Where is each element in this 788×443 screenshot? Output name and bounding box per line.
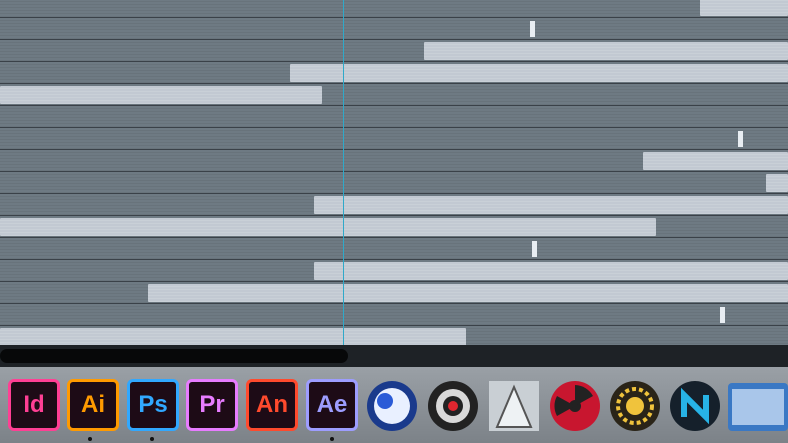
layer-bar[interactable] <box>0 86 322 104</box>
timeline-track[interactable] <box>0 193 788 215</box>
timeline-track[interactable] <box>0 83 788 105</box>
timeline-panel[interactable] <box>0 0 788 345</box>
layer-bar[interactable] <box>766 174 788 192</box>
scrollbar-thumb[interactable] <box>0 349 348 363</box>
layer-bar[interactable] <box>643 152 788 170</box>
app-label: Id <box>23 391 45 418</box>
timeline-track[interactable] <box>0 0 788 17</box>
running-indicator <box>330 437 334 441</box>
sun-gear-icon[interactable] <box>608 379 662 433</box>
dock: Id Ai Ps Pr An Ae <box>0 367 788 443</box>
running-indicator <box>88 437 92 441</box>
timeline-track[interactable] <box>0 237 788 259</box>
photoshop-app-icon[interactable]: Ps <box>127 379 179 431</box>
timeline-track[interactable] <box>0 325 788 345</box>
keyframe-marker[interactable] <box>532 241 537 257</box>
layer-bar[interactable] <box>290 64 788 82</box>
timeline-track[interactable] <box>0 259 788 281</box>
radiation-icon[interactable] <box>548 379 602 433</box>
layer-bar[interactable] <box>0 218 656 236</box>
layer-bar[interactable] <box>424 42 788 60</box>
premiere-app-icon[interactable]: Pr <box>186 379 238 431</box>
layer-bar[interactable] <box>700 0 788 16</box>
indesign-app-icon[interactable]: Id <box>8 379 60 431</box>
timeline-track[interactable] <box>0 149 788 171</box>
playhead[interactable] <box>343 0 344 345</box>
dragon-icon[interactable] <box>487 379 541 433</box>
app-label: Ai <box>81 391 105 418</box>
layer-bar[interactable] <box>314 196 788 214</box>
app-label: Pr <box>199 391 225 418</box>
keyframe-marker[interactable] <box>738 131 743 147</box>
timeline-track[interactable] <box>0 171 788 193</box>
illustrator-app-icon[interactable]: Ai <box>67 379 119 431</box>
layer-bar[interactable] <box>148 284 788 302</box>
rf-icon[interactable] <box>728 379 788 433</box>
timeline-track[interactable] <box>0 215 788 237</box>
timeline-track[interactable] <box>0 61 788 83</box>
app-label: Ae <box>316 391 348 418</box>
layer-bar[interactable] <box>314 262 788 280</box>
running-indicator <box>150 437 154 441</box>
keyframe-marker[interactable] <box>530 21 535 37</box>
app-label: Ps <box>138 391 168 418</box>
cinema4d-icon[interactable] <box>365 379 419 433</box>
timeline-track[interactable] <box>0 39 788 61</box>
n-logo-icon[interactable] <box>668 379 722 433</box>
timeline-track[interactable] <box>0 303 788 325</box>
horizontal-scrollbar[interactable] <box>0 345 788 367</box>
animate-app-icon[interactable]: An <box>246 379 298 431</box>
timeline-track[interactable] <box>0 17 788 39</box>
timeline-track[interactable] <box>0 281 788 303</box>
aftereffects-app-icon[interactable]: Ae <box>306 379 358 431</box>
camera-lens-icon[interactable] <box>426 379 480 433</box>
app-label: An <box>256 391 288 418</box>
keyframe-marker[interactable] <box>720 307 725 323</box>
timeline-track[interactable] <box>0 105 788 127</box>
timeline-track[interactable] <box>0 127 788 149</box>
layer-bar[interactable] <box>0 328 466 345</box>
